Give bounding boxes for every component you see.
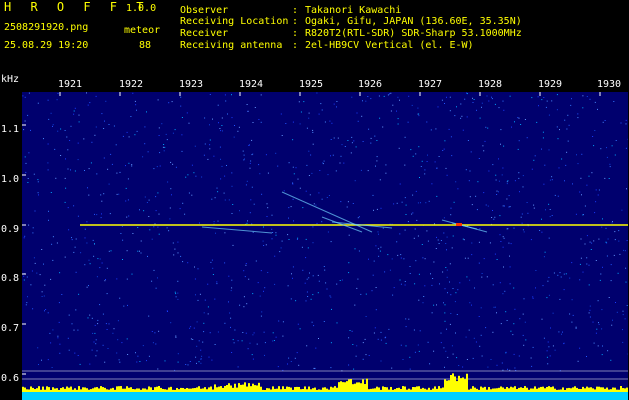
- hrofft-window: H R O F F T 1.0.0 2508291920.png 25.08.2…: [0, 0, 629, 400]
- x-tick-label: 1930: [597, 79, 622, 90]
- spectrogram-background: [22, 92, 628, 400]
- capture-datetime: 25.08.29 19:20: [4, 40, 89, 51]
- file-name: 2508291920.png: [4, 22, 89, 33]
- info-colon: :: [292, 28, 299, 39]
- y-tick-label: 1.1: [1, 124, 20, 135]
- info-value-antenna: 2el-HB9CV Vertical (el. E-W): [305, 40, 474, 51]
- info-key-location: Receiving Location: [180, 16, 289, 27]
- y-tick-label: 0.9: [1, 224, 20, 235]
- app-version: 1.0.0: [126, 3, 157, 14]
- info-colon: :: [292, 16, 299, 27]
- info-key-receiver: Receiver: [180, 28, 229, 39]
- spectrogram-plot: [22, 92, 628, 400]
- x-tick-label: 1929: [538, 79, 563, 90]
- x-tick-label: 1925: [299, 79, 324, 90]
- y-tick-label: 1.0: [1, 174, 20, 185]
- x-tick-label: 1926: [358, 79, 383, 90]
- x-tick-label: 1927: [418, 79, 443, 90]
- y-tick-label: 0.6: [1, 373, 20, 384]
- meteor-count: 88: [139, 40, 152, 51]
- x-tick-label: 1921: [58, 79, 83, 90]
- x-tick-label: 1923: [179, 79, 204, 90]
- info-colon: :: [292, 40, 299, 51]
- y-unit-label: kHz: [1, 74, 20, 85]
- info-value-receiver: R820T2(RTL-SDR) SDR-Sharp 53.1000MHz: [305, 28, 522, 39]
- y-tick-label: 0.8: [1, 273, 20, 284]
- info-key-antenna: Receiving antenna: [180, 40, 283, 51]
- x-tick-label: 1924: [239, 79, 264, 90]
- info-value-location: Ogaki, Gifu, JAPAN (136.60E, 35.35N): [305, 16, 522, 27]
- y-tick-label: 0.7: [1, 323, 20, 334]
- x-tick-label: 1922: [119, 79, 144, 90]
- x-tick-label: 1928: [478, 79, 503, 90]
- detection-mode: meteor: [124, 25, 161, 36]
